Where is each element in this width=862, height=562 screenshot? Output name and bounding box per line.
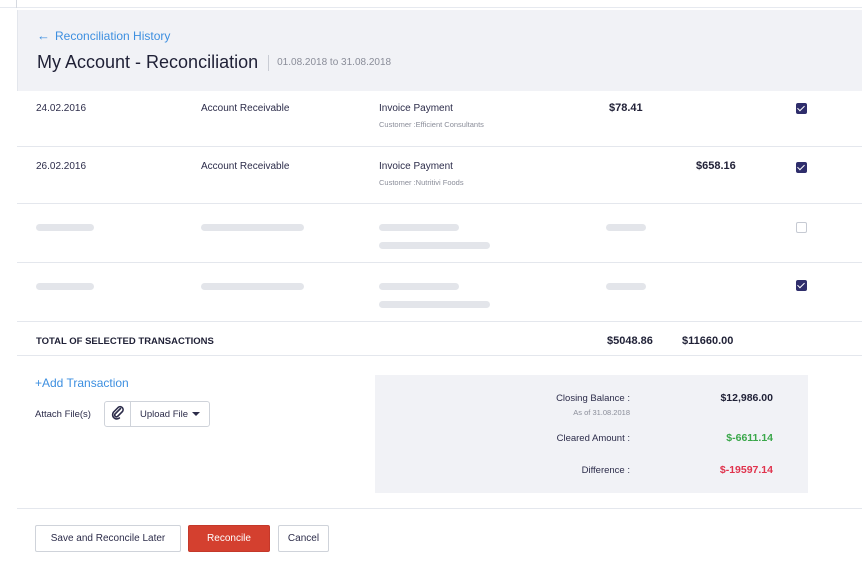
checkbox-icon[interactable] — [796, 103, 807, 114]
skeleton-bar — [379, 283, 459, 290]
skeleton-bar — [379, 224, 459, 231]
totals-label: TOTAL OF SELECTED TRANSACTIONS — [36, 336, 214, 347]
cancel-button[interactable]: Cancel — [278, 525, 329, 552]
difference-label: Difference : — [581, 465, 630, 476]
skeleton-bar — [201, 224, 304, 231]
upload-file-dropdown[interactable]: Upload File — [130, 401, 210, 427]
attach-files-label: Attach File(s) — [35, 409, 91, 420]
divider — [17, 508, 862, 509]
txn-date: 26.02.2016 — [36, 161, 87, 172]
paperclip-icon — [110, 404, 126, 425]
back-link-label: Reconciliation History — [55, 28, 171, 43]
skeleton-bar — [36, 283, 94, 290]
txn-deposit: $658.16 — [696, 160, 736, 172]
skeleton-bar — [606, 283, 646, 290]
difference-value: $-19597.14 — [719, 464, 773, 476]
title-row: My Account - Reconciliation 01.08.2018 t… — [37, 52, 391, 73]
txn-customer: Customer :Efficient Consultants — [379, 120, 484, 129]
skeleton-bar — [201, 283, 304, 290]
txn-description: Invoice Payment — [379, 103, 453, 114]
placeholder-row — [17, 204, 862, 263]
date-range: 01.08.2018 to 31.08.2018 — [277, 57, 392, 68]
totals-deposits: $11660.00 — [682, 335, 734, 347]
txn-account: Account Receivable — [201, 161, 290, 172]
top-strip — [0, 0, 862, 8]
placeholder-row — [17, 263, 862, 322]
txn-customer: Customer :Nutritivi Foods — [379, 178, 464, 187]
txn-payment: $78.41 — [609, 102, 643, 114]
closing-balance-date: As of 31.08.2018 — [573, 408, 630, 417]
txn-description: Invoice Payment — [379, 161, 453, 172]
cleared-amount-label: Cleared Amount : — [556, 433, 630, 444]
cleared-amount-value: $-6611.14 — [726, 432, 773, 444]
table-row: 24.02.2016 Account Receivable Invoice Pa… — [17, 91, 862, 147]
totals-row: TOTAL OF SELECTED TRANSACTIONS $5048.86 … — [17, 322, 862, 356]
closing-balance-label: Closing Balance : — [556, 393, 630, 404]
page-title: My Account - Reconciliation — [37, 52, 259, 72]
divider — [16, 0, 17, 8]
skeleton-bar — [606, 224, 646, 231]
skeleton-bar — [379, 301, 490, 308]
checkbox-icon[interactable] — [796, 280, 807, 291]
txn-account: Account Receivable — [201, 103, 290, 114]
txn-date: 24.02.2016 — [36, 103, 87, 114]
page-header: ← Reconciliation History My Account - Re… — [17, 10, 862, 91]
checkbox-icon[interactable] — [796, 162, 807, 173]
add-transaction-link[interactable]: +Add Transaction — [35, 376, 129, 390]
back-link[interactable]: ← Reconciliation History — [37, 28, 170, 43]
title-separator — [268, 54, 270, 71]
totals-payments: $5048.86 — [607, 335, 653, 347]
upload-file-label: Upload File — [139, 408, 189, 420]
closing-balance-value: $12,986.00 — [720, 392, 773, 404]
arrow-left-icon: ← — [37, 28, 50, 43]
table-row: 26.02.2016 Account Receivable Invoice Pa… — [17, 147, 862, 204]
save-reconcile-later-button[interactable]: Save and Reconcile Later — [35, 525, 181, 552]
skeleton-bar — [379, 242, 490, 249]
reconcile-button[interactable]: Reconcile — [188, 525, 270, 552]
skeleton-bar — [36, 224, 94, 231]
caret-down-icon — [192, 412, 201, 416]
checkbox-icon[interactable] — [796, 222, 807, 233]
attach-button[interactable] — [104, 401, 131, 427]
summary-panel: Closing Balance : As of 31.08.2018 $12,9… — [375, 375, 808, 493]
